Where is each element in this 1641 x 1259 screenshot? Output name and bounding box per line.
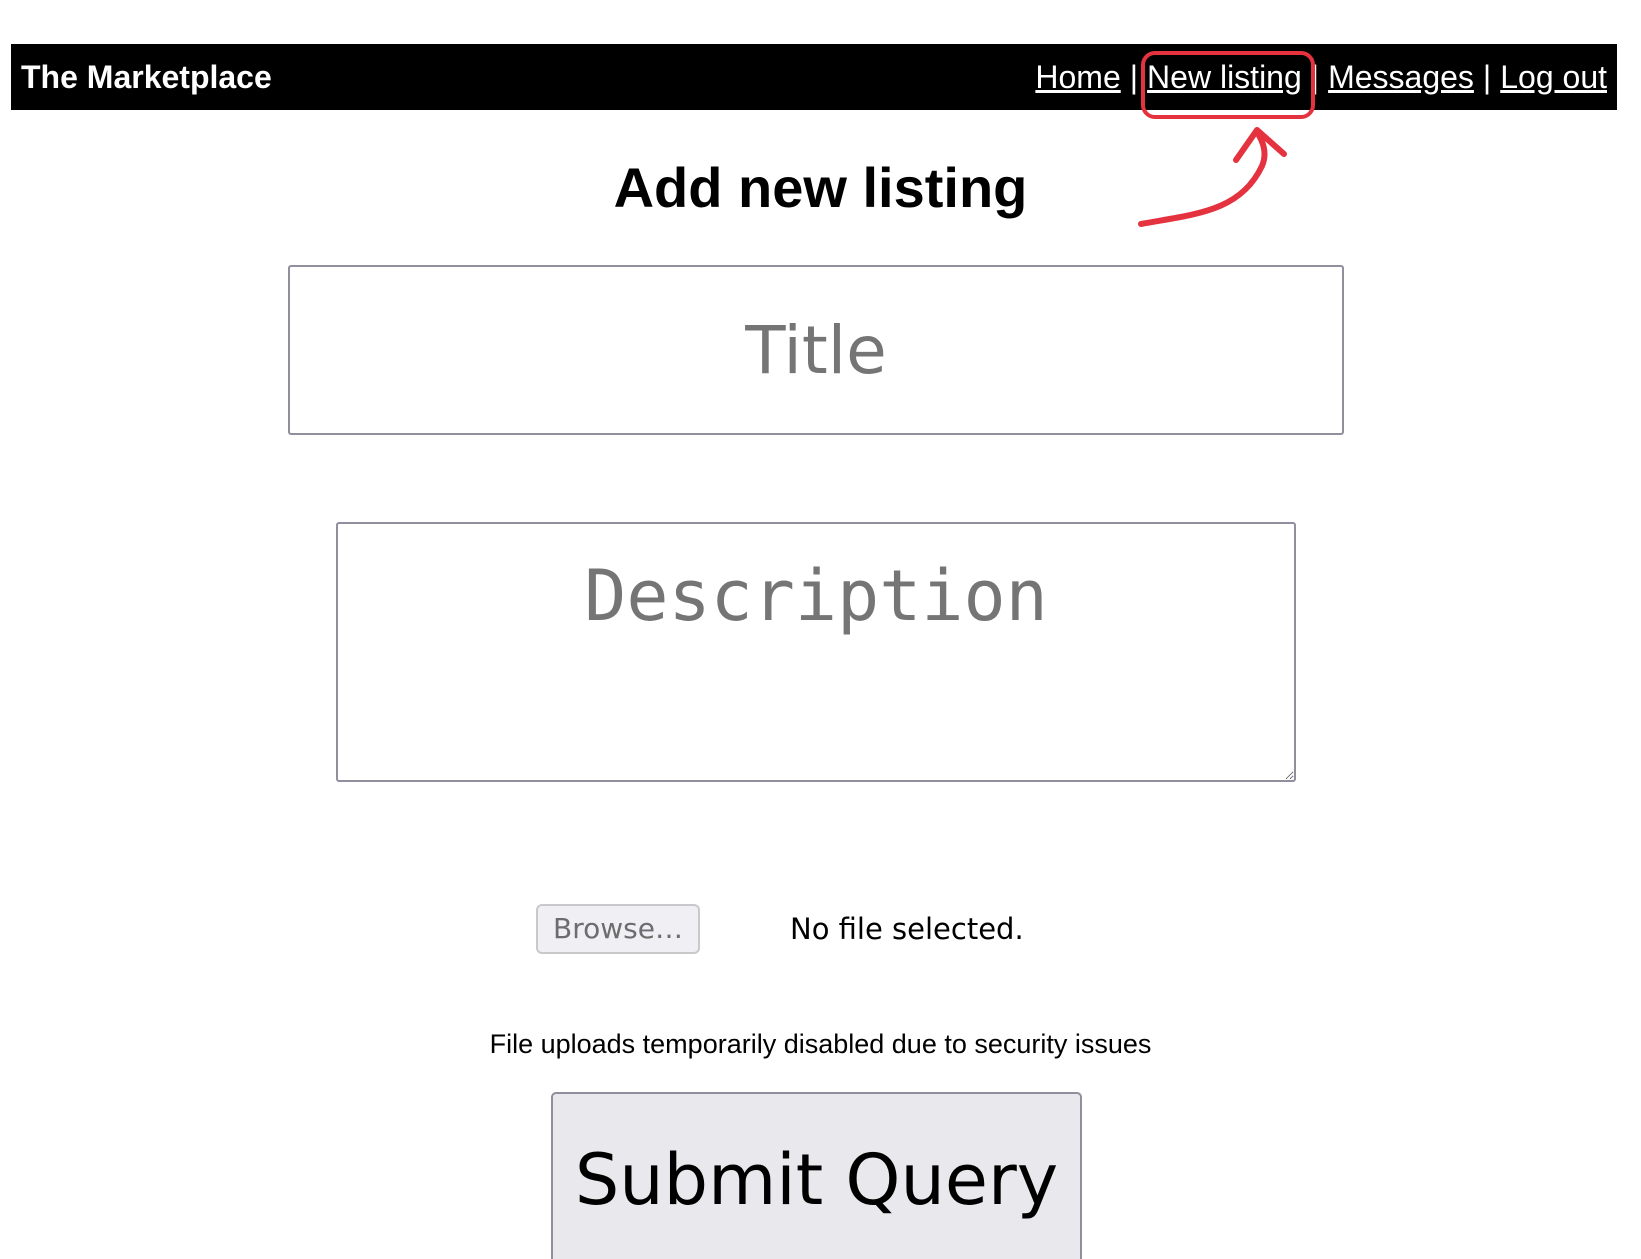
file-status-text: No file selected. <box>790 912 1024 946</box>
nav-link-log-out[interactable]: Log out <box>1500 59 1607 95</box>
submit-query-button[interactable]: Submit Query <box>551 1092 1082 1259</box>
nav-link-messages[interactable]: Messages <box>1328 59 1474 95</box>
nav-link-new-listing[interactable]: New listing <box>1147 59 1302 95</box>
description-textarea[interactable] <box>336 522 1296 782</box>
nav-links: Home | New listing | Messages | Log out <box>1035 44 1607 110</box>
upload-disabled-note: File uploads temporarily disabled due to… <box>489 1029 1152 1059</box>
browse-file-button[interactable]: Browse… <box>536 904 700 954</box>
page-title: Add new listing <box>613 156 1028 219</box>
site-brand: The Marketplace <box>21 59 272 95</box>
top-navbar: The Marketplace Home | New listing | Message… <box>11 44 1617 110</box>
nav-link-home[interactable]: Home <box>1035 59 1120 95</box>
nav-separator: | <box>1129 59 1139 95</box>
title-input[interactable] <box>288 265 1344 435</box>
nav-separator: | <box>1482 59 1492 95</box>
nav-separator: | <box>1310 59 1320 95</box>
